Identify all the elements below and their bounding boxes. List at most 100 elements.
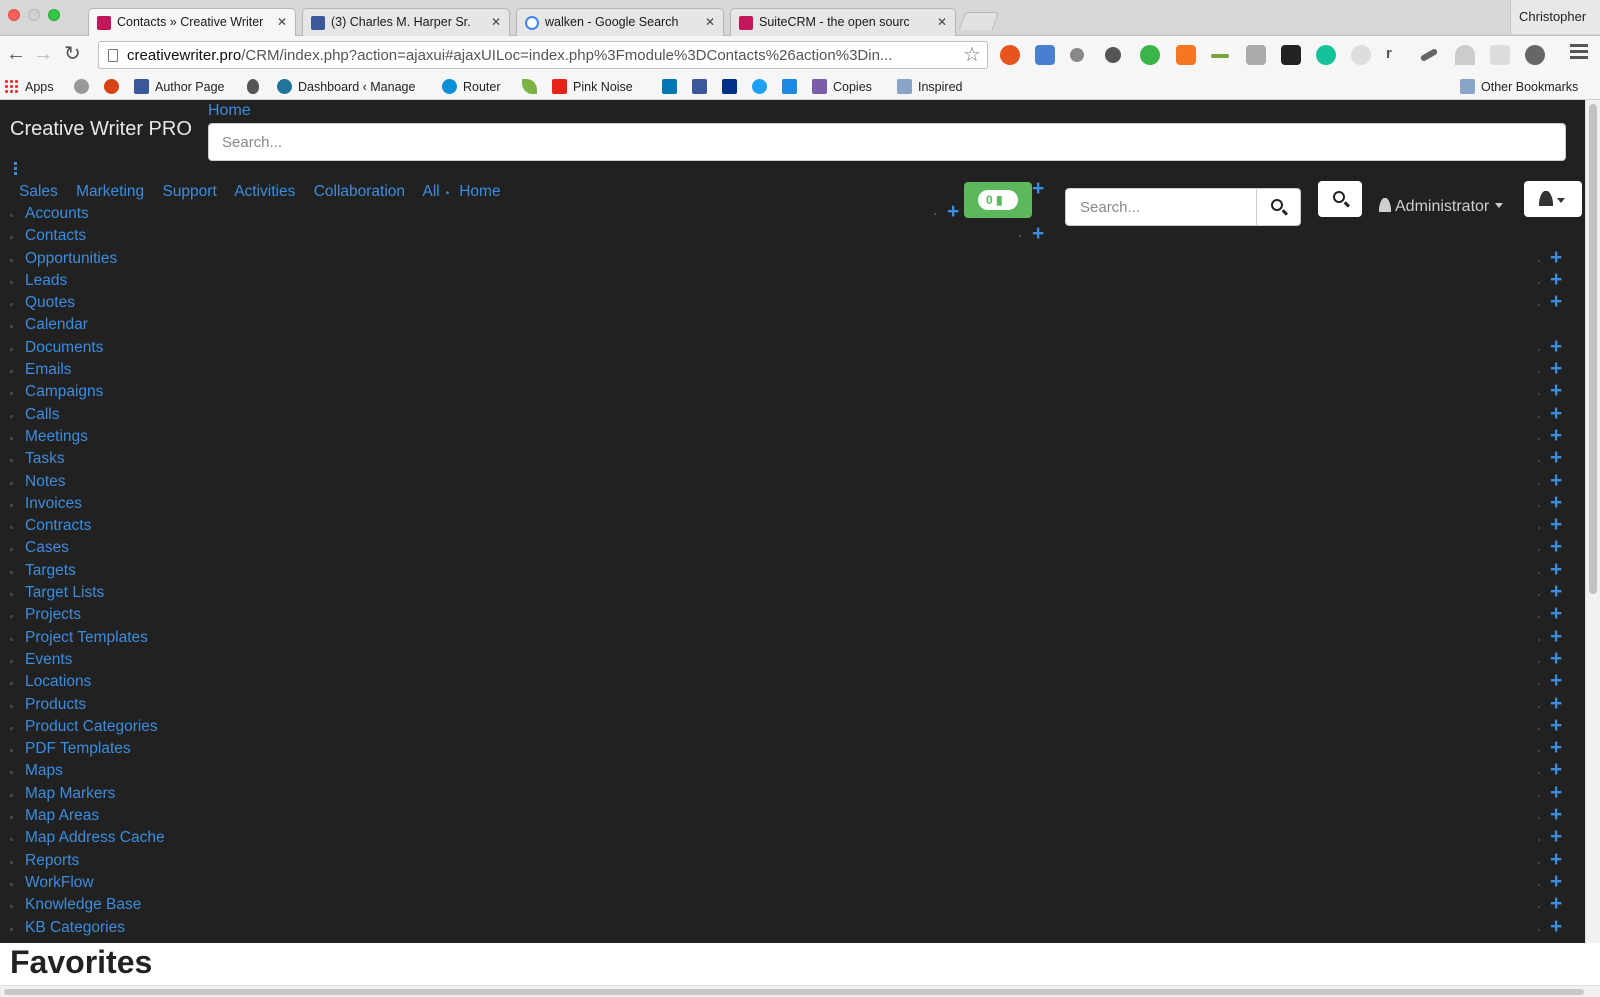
create-record-plus-icon[interactable]: + [1550, 424, 1562, 447]
module-link[interactable]: Notes [25, 473, 66, 491]
module-link[interactable]: Calls [25, 406, 59, 424]
bookmark-other-bookmarks[interactable]: Other Bookmarks [1460, 79, 1578, 94]
bookmark-facebook[interactable] [692, 79, 713, 94]
quick-create-plus-icon[interactable]: + [1032, 178, 1044, 200]
module-link[interactable]: Contacts [25, 227, 86, 245]
dictionary-extension-icon[interactable] [1281, 45, 1301, 65]
module-link[interactable]: Locations [25, 673, 91, 691]
bookmark-blue[interactable] [782, 79, 803, 94]
h-extension-icon[interactable] [1246, 45, 1266, 65]
module-link[interactable]: Opportunities [25, 250, 117, 268]
create-record-plus-icon[interactable]: + [1550, 268, 1562, 291]
create-record-plus-icon[interactable]: + [1550, 670, 1562, 692]
module-link[interactable]: Meetings [25, 428, 88, 446]
bookmark-star-icon[interactable]: ☆ [963, 45, 981, 65]
create-record-plus-icon[interactable]: + [1550, 380, 1562, 402]
notifications-button[interactable]: 0 ▮ [964, 182, 1032, 218]
leaf-extension-icon[interactable] [1140, 45, 1160, 65]
bookmark-pink-noise[interactable]: Pink Noise [552, 79, 633, 94]
create-record-plus-icon[interactable]: + [1550, 291, 1562, 313]
nav-search-input[interactable]: Search... [1080, 199, 1140, 216]
bookmark-dashboard[interactable]: Dashboard ‹ Manage [277, 79, 415, 94]
chrome-menu-icon[interactable] [1570, 44, 1588, 62]
home-link[interactable]: Home [208, 102, 251, 120]
horizontal-scrollbar[interactable] [0, 985, 1600, 997]
module-link[interactable]: WorkFlow [25, 874, 94, 892]
search-toggle-button[interactable] [1318, 181, 1362, 217]
tool-extension-icon[interactable] [1419, 47, 1439, 63]
nav-search-button[interactable] [1256, 189, 1300, 225]
create-record-plus-icon[interactable]: + [1550, 246, 1562, 269]
module-link[interactable]: KB Categories [25, 919, 125, 937]
translate-extension-icon[interactable] [1035, 45, 1055, 65]
browser-tab-contacts[interactable]: Contacts » Creative Writer ✕ [88, 8, 296, 37]
create-record-plus-icon[interactable]: + [1550, 848, 1562, 871]
vertical-scrollbar[interactable] [1585, 100, 1600, 943]
bookmark-twitter[interactable] [752, 79, 773, 94]
bookmark-apps[interactable]: Apps [4, 79, 54, 94]
quick-create-plus-icon[interactable]: + [1032, 223, 1044, 245]
user-menu[interactable]: Administrator [1379, 198, 1504, 216]
bookmark-copies[interactable]: Copies [812, 79, 872, 94]
module-link[interactable]: Accounts [25, 205, 89, 223]
pocket-extension-icon[interactable] [1525, 45, 1545, 65]
back-arrow-icon[interactable]: ← [6, 44, 26, 64]
bookmark-author-page[interactable]: Author Page [134, 79, 225, 94]
bookmark-router[interactable]: Router [442, 79, 501, 94]
close-tab-icon[interactable]: ✕ [491, 15, 501, 29]
scrollbar-thumb[interactable] [1589, 104, 1597, 594]
address-bar[interactable]: creativewriter.pro/CRM/index.php?action=… [98, 41, 988, 69]
create-record-plus-icon[interactable]: + [1550, 402, 1562, 425]
brand-title[interactable]: Creative Writer PRO [10, 118, 192, 141]
create-record-plus-icon[interactable]: + [1550, 581, 1562, 603]
module-link[interactable]: Products [25, 696, 86, 714]
create-record-plus-icon[interactable]: + [1550, 870, 1562, 893]
create-record-plus-icon[interactable]: + [1550, 491, 1562, 514]
create-record-plus-icon[interactable]: + [1550, 915, 1562, 938]
create-record-plus-icon[interactable]: + [1550, 335, 1562, 358]
create-record-plus-icon[interactable]: + [1550, 536, 1562, 558]
cloud-extension-icon[interactable] [1455, 45, 1475, 65]
stumbleupon-extension-icon[interactable] [1000, 45, 1020, 65]
nav-collaboration[interactable]: Collaboration [314, 183, 405, 200]
nav-home[interactable]: Home [459, 183, 500, 200]
r-extension-icon[interactable]: r [1386, 45, 1406, 65]
profile-button[interactable]: Christopher [1510, 0, 1600, 34]
quick-create-plus-icon[interactable]: + [947, 201, 959, 223]
evernote-extension-icon[interactable] [1105, 47, 1121, 63]
nav-sales[interactable]: Sales [19, 183, 58, 200]
close-window-button[interactable] [8, 9, 20, 21]
create-record-plus-icon[interactable]: + [1550, 447, 1562, 469]
minimize-window-button[interactable] [28, 9, 40, 21]
snowflake-extension-icon[interactable] [1351, 45, 1371, 65]
browser-tab-facebook[interactable]: (3) Charles M. Harper Sr. ✕ [302, 8, 510, 36]
create-record-plus-icon[interactable]: + [1550, 692, 1562, 715]
module-link[interactable]: Reports [25, 852, 79, 870]
module-link[interactable]: Calendar [25, 316, 88, 334]
browser-tab-google[interactable]: walken - Google Search ✕ [516, 8, 724, 36]
module-link[interactable]: Leads [25, 272, 67, 290]
module-link[interactable]: Maps [25, 762, 63, 780]
create-record-plus-icon[interactable]: + [1550, 469, 1562, 492]
grammarly-extension-icon[interactable] [1316, 45, 1336, 65]
castle-extension-icon[interactable] [1490, 45, 1510, 65]
create-record-plus-icon[interactable]: + [1550, 781, 1562, 804]
forward-arrow-icon[interactable]: → [33, 44, 53, 64]
module-link[interactable]: Quotes [25, 294, 75, 312]
bookmark-apple[interactable] [247, 79, 265, 94]
user-dropdown-button[interactable] [1524, 181, 1582, 217]
bookmark-paypal[interactable] [722, 79, 743, 94]
module-link[interactable]: Events [25, 651, 72, 669]
create-record-plus-icon[interactable]: + [1550, 759, 1562, 781]
hubspot-extension-icon[interactable] [1176, 45, 1196, 65]
browser-tab-suitecrm[interactable]: SuiteCRM - the open sourc ✕ [730, 8, 956, 36]
create-record-plus-icon[interactable]: + [1550, 826, 1562, 848]
nav-activities[interactable]: Activities [234, 183, 295, 200]
vertical-menu-icon[interactable] [14, 162, 18, 177]
scrollbar-thumb[interactable] [4, 989, 1584, 995]
module-link[interactable]: PDF Templates [25, 740, 131, 758]
bookmark-leaf[interactable] [522, 79, 543, 94]
module-link[interactable]: Invoices [25, 495, 82, 513]
global-search-input[interactable]: Search... [208, 123, 1566, 161]
module-link[interactable]: Map Areas [25, 807, 99, 825]
